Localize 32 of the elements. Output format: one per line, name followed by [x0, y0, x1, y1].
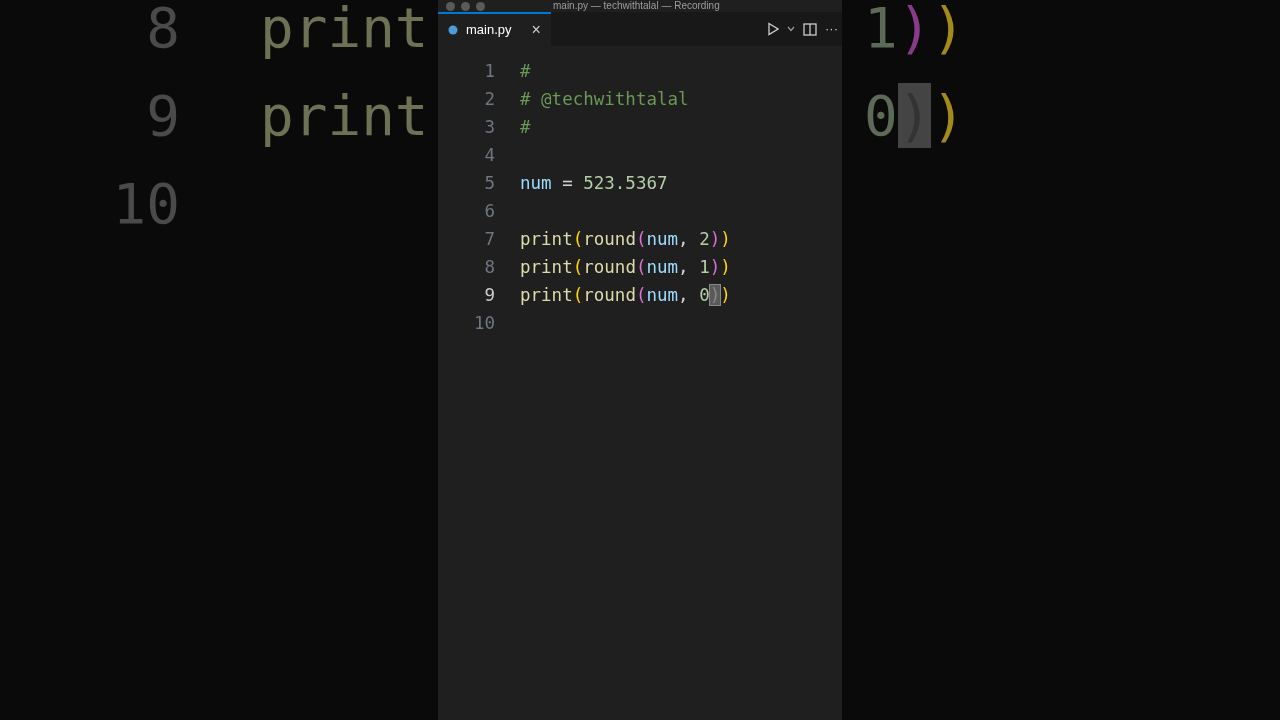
line-number: 5: [483, 171, 495, 195]
code-line: 1)): [864, 0, 966, 62]
line-number: 9: [483, 283, 495, 307]
line-number: 7: [483, 227, 495, 251]
code-line: print: [260, 0, 429, 62]
code-line: print: [260, 82, 429, 150]
line-number: 10: [472, 311, 495, 335]
code-line: num = 523.5367: [520, 171, 668, 195]
editor-tab[interactable]: main.py ×: [438, 12, 551, 46]
split-editor-icon[interactable]: [803, 22, 817, 36]
line-number: 3: [483, 115, 495, 139]
line-number: 8: [145, 0, 180, 62]
code-line: print(round(num, 0)): [520, 283, 731, 307]
run-icon[interactable]: [767, 22, 779, 36]
line-number: 2: [483, 87, 495, 111]
more-actions-button[interactable]: ···: [825, 19, 838, 39]
code-line: # @techwithtalal: [520, 87, 689, 111]
line-number: 10: [111, 170, 180, 238]
code-line: #: [520, 59, 531, 83]
line-number: 4: [483, 143, 495, 167]
python-file-icon: [448, 25, 458, 35]
code-line: 0)): [864, 82, 966, 150]
line-number: 1: [483, 59, 495, 83]
code-line: #: [520, 115, 531, 139]
line-number: 9: [145, 82, 180, 150]
line-number: 6: [483, 199, 495, 223]
code-line: print(round(num, 2)): [520, 227, 731, 251]
close-icon[interactable]: ×: [531, 22, 541, 38]
line-number: 8: [483, 255, 495, 279]
caret-icon[interactable]: [787, 26, 795, 32]
code-line: print(round(num, 1)): [520, 255, 731, 279]
window-title: main.py — techwithtalal — Recording: [553, 0, 720, 12]
